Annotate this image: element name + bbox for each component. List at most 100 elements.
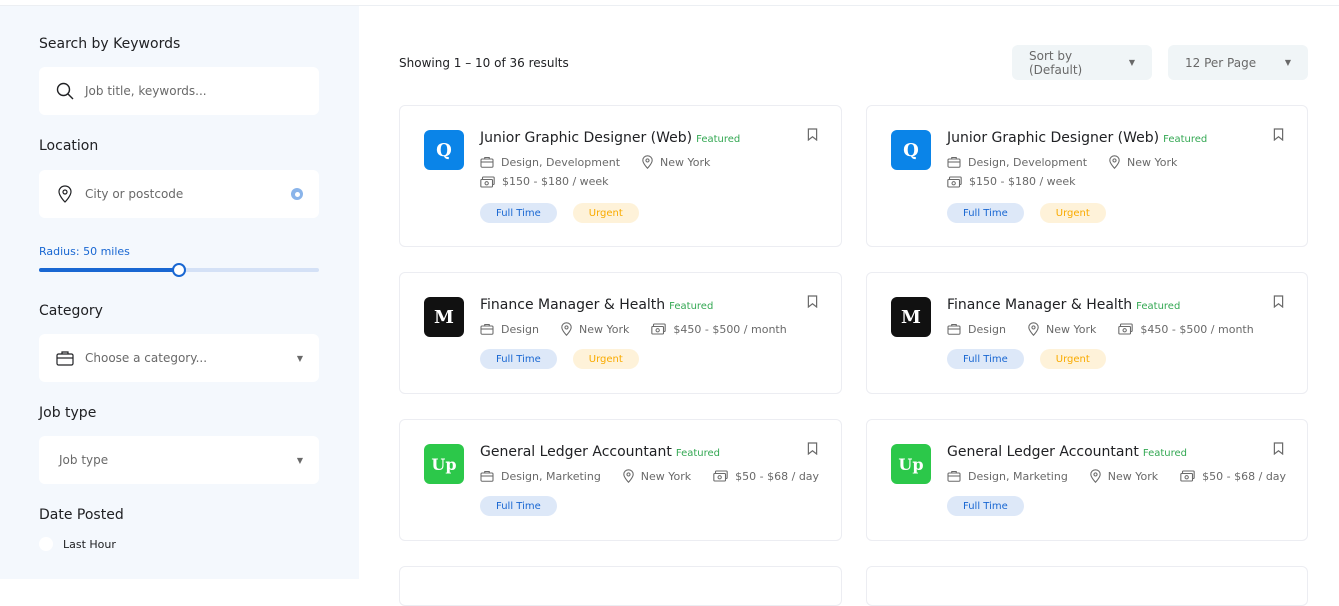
job-salary: $50 - $68 / day	[713, 470, 819, 483]
featured-badge: Featured	[675, 448, 720, 459]
job-tag: Full Time	[947, 496, 1024, 516]
company-logo: M	[891, 297, 931, 337]
map-pin-icon	[642, 155, 653, 169]
money-icon	[1180, 470, 1195, 482]
job-category: Design, Marketing	[480, 470, 601, 483]
job-location-text: New York	[1127, 155, 1178, 169]
job-title[interactable]: Junior Graphic Designer (Web) Featured	[947, 130, 1207, 146]
results-count: Showing 1 – 10 of 36 results	[399, 56, 569, 70]
job-card[interactable]: M Finance Manager & Health Featured Design N…	[399, 272, 842, 394]
company-logo: Q	[891, 130, 931, 170]
briefcase-icon	[480, 470, 494, 482]
job-category: Design	[947, 323, 1006, 336]
map-pin-icon	[1090, 469, 1101, 483]
job-title[interactable]: Finance Manager & Health Featured	[947, 297, 1180, 313]
map-pin-icon	[561, 322, 572, 336]
job-location: New York	[642, 155, 710, 169]
map-pin-icon	[1028, 322, 1039, 336]
keyword-search-input[interactable]: Job title, keywords...	[39, 67, 319, 115]
briefcase-icon	[480, 156, 494, 168]
job-tag: Full Time	[947, 203, 1024, 223]
job-category: Design, Marketing	[947, 470, 1068, 483]
map-pin-icon	[1109, 155, 1120, 169]
job-title[interactable]: Junior Graphic Designer (Web) Featured	[480, 130, 740, 146]
date-option-label: Last Hour	[63, 537, 116, 551]
job-tags: Full Time Urgent	[947, 349, 1122, 369]
job-title-text[interactable]: Finance Manager & Health	[947, 297, 1132, 313]
per-page-select[interactable]: 12 Per Page ▼	[1168, 45, 1308, 80]
job-card[interactable]: Up General Ledger Accountant Featured Desig…	[399, 419, 842, 541]
job-meta: Design New York $450 - $500 / month	[947, 322, 1276, 336]
location-title: Location	[39, 138, 99, 154]
radius-slider[interactable]	[39, 263, 319, 277]
briefcase-icon	[947, 470, 961, 482]
job-salary: $150 - $180 / week	[947, 175, 1076, 188]
job-meta: Design, Development New York	[480, 155, 732, 169]
job-category: Design	[480, 323, 539, 336]
job-tag: Full Time	[480, 496, 557, 516]
job-tag: Full Time	[947, 349, 1024, 369]
job-salary-text: $450 - $500 / month	[673, 322, 787, 336]
locate-me-icon[interactable]	[291, 188, 303, 200]
job-tags: Full Time	[947, 496, 1040, 516]
job-card[interactable]: Q Junior Graphic Designer (Web) Featured De…	[866, 105, 1308, 247]
job-type-placeholder: Job type	[59, 453, 109, 467]
job-title-text[interactable]: General Ledger Accountant	[947, 444, 1139, 460]
money-icon	[651, 323, 667, 335]
category-select[interactable]: Choose a category... ▼	[39, 334, 319, 382]
job-salary: $450 - $500 / month	[651, 322, 787, 336]
keywords-title: Search by Keywords	[39, 36, 181, 52]
bookmark-icon[interactable]	[1273, 126, 1285, 142]
job-salary: $150 - $180 / week	[480, 175, 609, 188]
job-title-text[interactable]: Junior Graphic Designer (Web)	[480, 130, 692, 146]
sort-select[interactable]: Sort by (Default) ▼	[1012, 45, 1152, 80]
money-icon	[480, 175, 495, 188]
job-title-text[interactable]: General Ledger Accountant	[480, 444, 672, 460]
job-location: New York	[561, 322, 629, 336]
job-tags: Full Time Urgent	[947, 203, 1122, 223]
job-card[interactable]	[866, 566, 1308, 606]
job-card[interactable]	[399, 566, 842, 606]
job-category-text: Design	[501, 322, 539, 336]
job-meta: Design, Marketing New York $50 - $68 / day	[947, 469, 1308, 483]
job-title[interactable]: General Ledger Accountant Featured	[947, 444, 1187, 460]
money-icon	[947, 175, 962, 188]
bookmark-icon[interactable]	[807, 126, 819, 142]
job-tag: Urgent	[572, 349, 639, 369]
job-location: New York	[1109, 155, 1177, 169]
job-type-select[interactable]: Job type ▼	[39, 436, 319, 484]
job-title[interactable]: General Ledger Accountant Featured	[480, 444, 720, 460]
radius-label: Radius: 50 miles	[39, 245, 130, 258]
job-title-text[interactable]: Finance Manager & Health	[480, 297, 665, 313]
date-posted-title: Date Posted	[39, 507, 124, 523]
job-tags: Full Time Urgent	[480, 203, 655, 223]
location-input[interactable]: City or postcode	[39, 170, 319, 218]
job-salary-text: $150 - $180 / week	[969, 175, 1076, 188]
caret-down-icon: ▼	[1128, 58, 1135, 67]
briefcase-icon	[947, 156, 961, 168]
featured-badge: Featured	[1163, 134, 1208, 145]
job-card[interactable]: M Finance Manager & Health Featured Design N…	[866, 272, 1308, 394]
briefcase-icon	[480, 323, 494, 335]
radio-button[interactable]	[39, 537, 53, 551]
sort-label: Sort by (Default)	[1029, 48, 1083, 77]
job-title[interactable]: Finance Manager & Health Featured	[480, 297, 713, 313]
bookmark-icon[interactable]	[1273, 440, 1285, 456]
job-salary-text: $50 - $68 / day	[735, 469, 820, 483]
job-title-text[interactable]: Junior Graphic Designer (Web)	[947, 130, 1159, 146]
job-card[interactable]: Up General Ledger Accountant Featured Desig…	[866, 419, 1308, 541]
job-type-title: Job type	[39, 405, 97, 421]
job-card[interactable]: Q Junior Graphic Designer (Web) Featured De…	[399, 105, 842, 247]
bookmark-icon[interactable]	[807, 440, 819, 456]
money-icon	[1118, 323, 1134, 335]
bookmark-icon[interactable]	[807, 293, 819, 309]
job-meta: Design New York $450 - $500 / month	[480, 322, 809, 336]
company-logo: M	[424, 297, 464, 337]
date-option-last-hour[interactable]: Last Hour	[39, 537, 116, 551]
bookmark-icon[interactable]	[1273, 293, 1285, 309]
radius-slider-handle[interactable]	[172, 263, 186, 277]
caret-down-icon: ▼	[296, 353, 303, 363]
caret-down-icon: ▼	[1284, 58, 1291, 67]
job-location: New York	[623, 469, 691, 483]
briefcase-icon	[55, 348, 75, 368]
